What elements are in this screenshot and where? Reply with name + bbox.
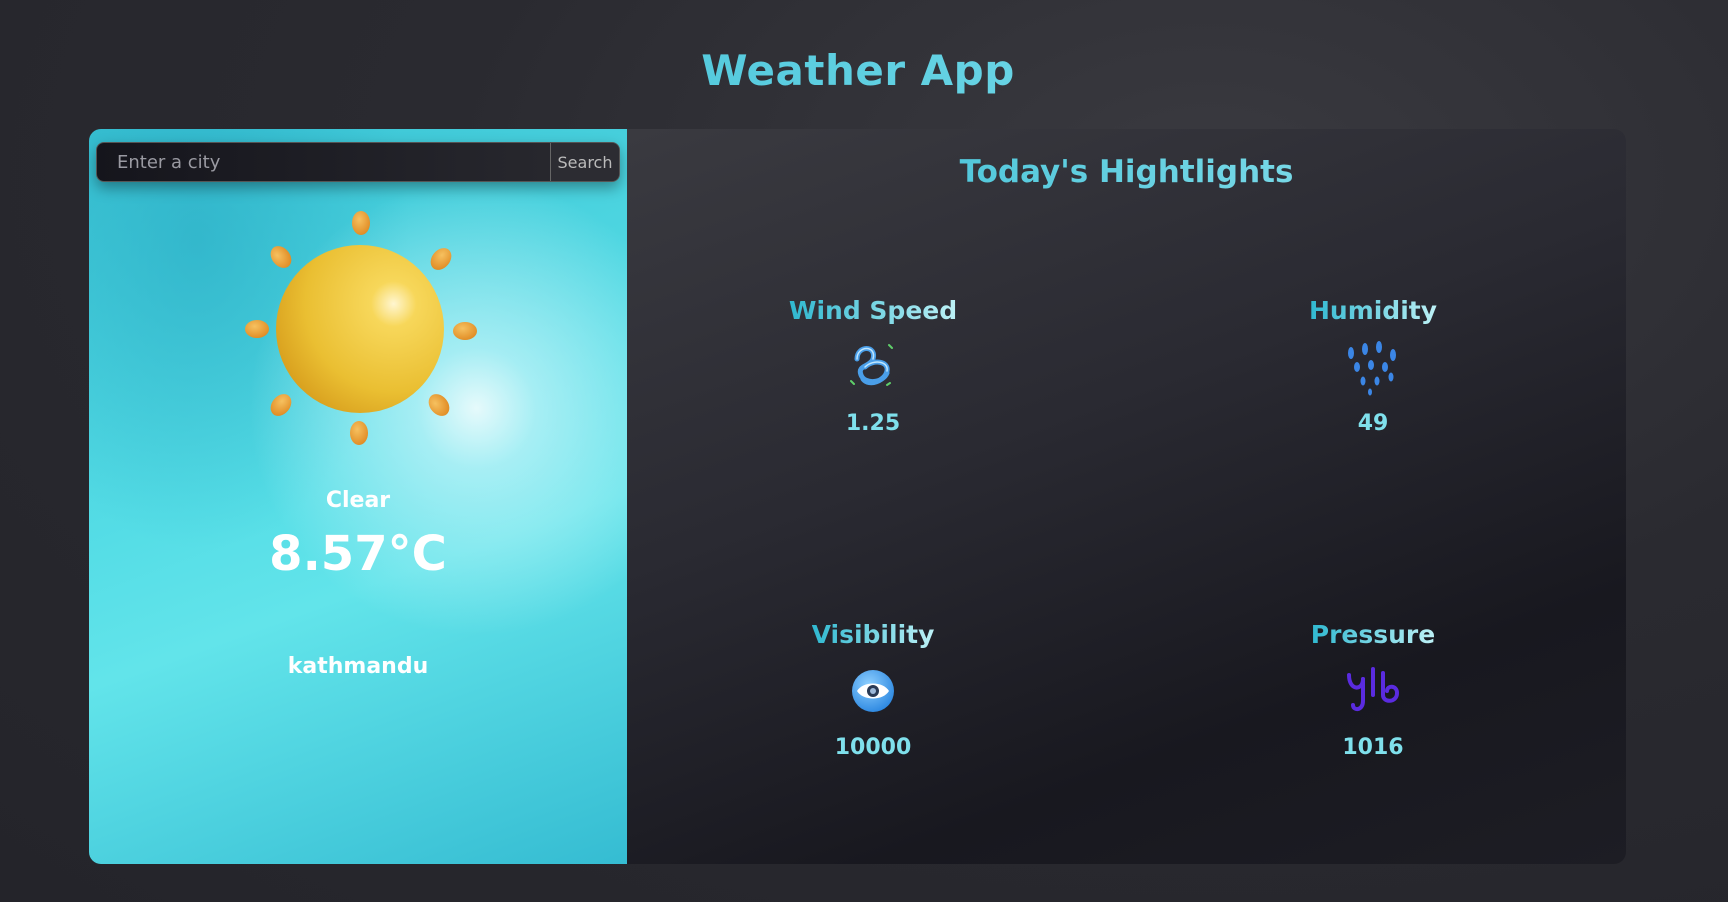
weather-condition: Clear — [325, 488, 391, 513]
highlights-panel: Today's Hightlights Wind Speed 1.25 Humi… — [627, 129, 1626, 864]
humidity-value: 49 — [1357, 411, 1389, 436]
app-title: Weather App — [0, 46, 1716, 95]
raindrops-icon — [1348, 341, 1396, 396]
eye-icon — [852, 670, 894, 712]
city-search-input[interactable] — [97, 143, 550, 181]
sun-icon — [245, 211, 477, 445]
wind-icon — [850, 344, 893, 386]
search-button[interactable]: Search — [550, 143, 619, 181]
wind-speed-card: Wind Speed 1.25 — [723, 296, 1023, 436]
weather-card: Search — [89, 129, 1626, 864]
visibility-card: Visibility 10000 — [723, 620, 1023, 760]
humidity-card: Humidity 49 — [1223, 296, 1523, 436]
search-bar: Search — [96, 142, 620, 182]
visibility-value: 10000 — [834, 735, 912, 760]
current-weather-panel: Search — [89, 129, 627, 864]
pressure-icon — [1347, 667, 1399, 712]
wind-speed-value: 1.25 — [845, 411, 901, 436]
humidity-label: Humidity — [1308, 296, 1438, 325]
pressure-card: Pressure 1016 — [1223, 620, 1523, 760]
city-name: kathmandu — [287, 654, 429, 679]
temperature-value: 8.57°C — [269, 526, 447, 582]
pressure-label: Pressure — [1310, 620, 1436, 649]
highlights-title: Today's Hightlights — [627, 154, 1626, 190]
visibility-label: Visibility — [811, 620, 935, 649]
wind-speed-label: Wind Speed — [788, 296, 958, 325]
pressure-value: 1016 — [1342, 735, 1404, 760]
